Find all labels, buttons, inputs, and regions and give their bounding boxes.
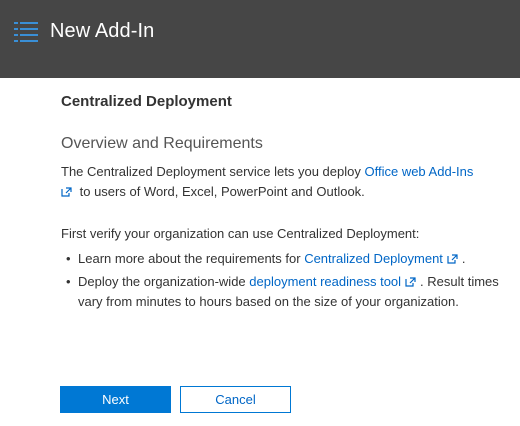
office-web-addins-link[interactable]: Office web Add-Ins [364, 164, 473, 179]
deployment-readiness-tool-link[interactable]: deployment readiness tool [249, 274, 401, 289]
intro-suffix: to users of Word, Excel, PowerPoint and … [76, 184, 365, 199]
requirements-list: • Learn more about the requirements for C… [61, 249, 501, 315]
intro-prefix: The Centralized Deployment service lets … [61, 164, 365, 179]
dialog-title: New Add-In [50, 20, 155, 42]
external-link-icon[interactable] [61, 187, 72, 197]
external-link-icon[interactable] [447, 254, 458, 264]
verify-text: First verify your organization can use C… [61, 226, 420, 241]
subtitle: Overview and Requirements [61, 135, 263, 152]
list-item: • Learn more about the requirements for C… [61, 249, 501, 269]
external-link-icon[interactable] [405, 277, 416, 287]
centralized-deployment-link[interactable]: Centralized Deployment [304, 251, 443, 266]
bullet-suffix: . [461, 251, 466, 266]
bullet-prefix: Learn more about the requirements for [78, 251, 305, 266]
intro-paragraph: The Centralized Deployment service lets … [61, 162, 501, 202]
section-title: Centralized Deployment [61, 93, 232, 110]
cancel-button[interactable]: Cancel [180, 386, 291, 413]
bullet-dot: • [66, 251, 71, 266]
list-icon [14, 22, 38, 42]
list-item: • Deploy the organization-wide deployment… [61, 272, 501, 312]
bullet-dot: • [66, 274, 71, 289]
bullet-prefix: Deploy the organization-wide [78, 274, 250, 289]
next-button[interactable]: Next [60, 386, 171, 413]
app-header: New Add-In [0, 0, 520, 78]
